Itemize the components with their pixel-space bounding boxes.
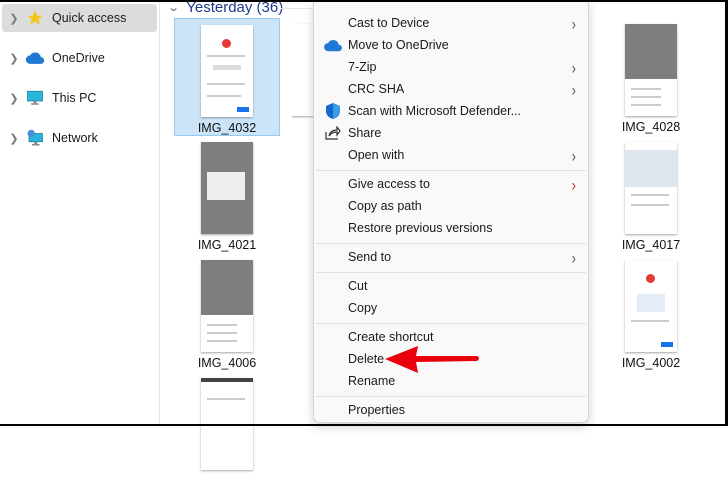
menu-item-7zip[interactable]: 7-Zip › bbox=[318, 56, 584, 78]
image-thumbnail bbox=[201, 142, 253, 234]
file-item[interactable]: IMG_4028 bbox=[598, 18, 704, 136]
file-name: IMG_4017 bbox=[621, 238, 681, 252]
chevron-right-icon: › bbox=[571, 79, 576, 99]
navigation-pane: ❯ Quick access ❯ OneDrive ❯ This PC ❯ Ne… bbox=[0, 2, 160, 424]
onedrive-icon bbox=[322, 39, 344, 52]
sidebar-item-onedrive[interactable]: ❯ OneDrive bbox=[2, 44, 157, 72]
file-name: IMG_4002 bbox=[621, 356, 681, 370]
image-thumbnail bbox=[201, 378, 253, 470]
image-thumbnail bbox=[201, 260, 253, 352]
menu-item-open-with[interactable]: Open with › bbox=[318, 144, 584, 166]
menu-item-send-to[interactable]: Send to › bbox=[318, 246, 584, 268]
file-item[interactable]: IMG_4017 bbox=[598, 136, 704, 254]
chevron-right-icon: › bbox=[571, 247, 576, 267]
defender-shield-icon bbox=[322, 102, 344, 120]
sidebar-item-label: Network bbox=[52, 131, 98, 145]
file-item[interactable]: IMG_4002 bbox=[598, 254, 704, 372]
menu-item-copy-as-path[interactable]: Copy as path bbox=[318, 195, 584, 217]
sidebar-item-label: OneDrive bbox=[52, 51, 105, 65]
sidebar-item-label: This PC bbox=[52, 91, 97, 105]
chevron-right-icon[interactable]: ❯ bbox=[4, 12, 24, 25]
group-header[interactable]: ⌄ Yesterday (36) bbox=[167, 0, 284, 16]
menu-item-give-access[interactable]: Give access to › bbox=[318, 173, 584, 195]
star-icon bbox=[24, 9, 46, 27]
menu-item-crc-sha[interactable]: CRC SHA › bbox=[318, 78, 584, 100]
file-name: IMG_4006 bbox=[197, 356, 257, 370]
image-thumbnail bbox=[625, 24, 677, 116]
file-item[interactable]: IMG_4006 bbox=[174, 254, 280, 372]
group-label: Yesterday (36) bbox=[186, 0, 284, 16]
menu-item-restore-previous-versions[interactable]: Restore previous versions bbox=[318, 217, 584, 239]
sidebar-item-network[interactable]: ❯ Network bbox=[2, 124, 157, 152]
file-item[interactable]: IMG_4032 bbox=[174, 18, 280, 136]
file-name: IMG_4028 bbox=[621, 120, 681, 134]
chevron-right-icon: › bbox=[571, 174, 576, 194]
file-item[interactable]: IMG_4021 bbox=[174, 136, 280, 254]
menu-item-scan-defender[interactable]: Scan with Microsoft Defender... bbox=[318, 100, 584, 122]
sidebar-item-quick-access[interactable]: ❯ Quick access bbox=[2, 4, 157, 32]
menu-item-cut[interactable]: Cut bbox=[318, 275, 584, 297]
chevron-right-icon[interactable]: ❯ bbox=[4, 132, 24, 145]
menu-item-properties[interactable]: Properties bbox=[318, 399, 584, 421]
menu-separator bbox=[316, 323, 586, 324]
chevron-right-icon: › bbox=[571, 145, 576, 165]
file-name: IMG_4021 bbox=[197, 238, 257, 252]
chevron-right-icon[interactable]: ❯ bbox=[4, 52, 24, 65]
file-item[interactable] bbox=[174, 372, 280, 490]
image-thumbnail bbox=[625, 260, 677, 352]
menu-separator bbox=[316, 170, 586, 171]
chevron-right-icon[interactable]: ❯ bbox=[4, 92, 24, 105]
red-arrow-annotation bbox=[385, 346, 479, 373]
image-thumbnail bbox=[625, 142, 677, 234]
menu-item-share[interactable]: Share bbox=[318, 122, 584, 144]
cloud-icon bbox=[24, 49, 46, 67]
menu-item-move-to-onedrive[interactable]: Move to OneDrive bbox=[318, 34, 584, 56]
menu-separator bbox=[316, 243, 586, 244]
chevron-right-icon: › bbox=[571, 13, 576, 33]
chevron-down-icon[interactable]: ⌄ bbox=[167, 1, 180, 14]
sidebar-item-this-pc[interactable]: ❯ This PC bbox=[2, 84, 157, 112]
menu-separator bbox=[316, 272, 586, 273]
menu-item-cast-to-device[interactable]: Cast to Device › bbox=[318, 12, 584, 34]
sidebar-item-label: Quick access bbox=[52, 11, 127, 25]
image-thumbnail bbox=[201, 25, 253, 117]
monitor-icon bbox=[24, 89, 46, 107]
network-icon bbox=[24, 129, 46, 147]
menu-item-copy[interactable]: Copy bbox=[318, 297, 584, 319]
share-icon bbox=[322, 126, 344, 140]
file-name: IMG_4032 bbox=[197, 121, 257, 135]
menu-item-create-shortcut[interactable]: Create shortcut bbox=[318, 326, 584, 348]
chevron-right-icon: › bbox=[571, 57, 576, 77]
menu-separator bbox=[316, 396, 586, 397]
